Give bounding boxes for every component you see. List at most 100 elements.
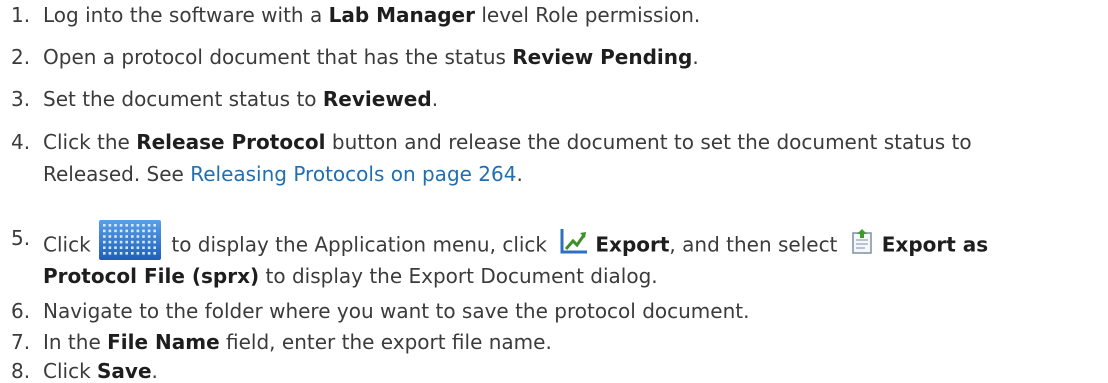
grid-dot	[114, 224, 117, 227]
grid-dot	[119, 229, 123, 233]
grid-dot	[125, 252, 129, 255]
export-option-name-continued: Protocol File (sprx)	[43, 264, 260, 288]
grid-dot	[125, 224, 129, 227]
grid-dot	[119, 235, 123, 238]
grid-dot	[142, 246, 145, 249]
grid-dot	[131, 240, 134, 244]
grid-dot	[103, 224, 106, 227]
grid-dot	[142, 240, 145, 244]
step-number: 1.	[11, 3, 31, 27]
step-text-continued: Protocol File (sprx) to display the Expo…	[43, 264, 658, 288]
step-number: 4.	[11, 130, 31, 154]
grid-dot	[125, 229, 129, 233]
grid-dot	[147, 224, 151, 227]
step-text-part: level Role permission.	[474, 3, 701, 27]
grid-dot	[153, 246, 157, 249]
step-text-part: Log into the software with a	[43, 3, 329, 27]
step-text: Navigate to the folder where you want to…	[43, 299, 750, 323]
export-option-name: Export as	[881, 232, 989, 257]
grid-dot	[153, 235, 157, 238]
grid-dot	[147, 229, 151, 233]
step-text-part: Click the	[43, 130, 137, 154]
grid-dot	[153, 224, 157, 227]
grid-dot	[136, 235, 140, 238]
step-number: 8.	[11, 359, 31, 383]
grid-dot	[131, 246, 134, 249]
grid-dot	[108, 246, 112, 249]
step-text-part: Click	[43, 359, 98, 383]
step-number: 7.	[11, 330, 31, 354]
grid-dot	[114, 240, 117, 244]
grid-dot	[119, 240, 123, 244]
step-text-part: Click	[43, 232, 98, 257]
step-number: 6.	[11, 299, 31, 323]
step-number: 3.	[11, 87, 31, 111]
grid-dot	[119, 252, 123, 255]
grid-dot	[136, 246, 140, 249]
export-menu-name: Export	[595, 232, 670, 257]
grid-dot	[125, 240, 129, 244]
step-text: Click the Release Protocol button and re…	[43, 130, 972, 154]
grid-dot	[153, 240, 157, 244]
export-chart-icon	[559, 227, 589, 255]
application-menu-grid-icon	[99, 220, 162, 260]
grid-dot	[136, 224, 140, 227]
grid-dot	[114, 229, 117, 233]
step-number: 5.	[11, 226, 31, 250]
grid-dot	[147, 240, 151, 244]
grid-dot	[142, 224, 145, 227]
grid-dot	[142, 235, 145, 238]
step-text-part: .	[151, 359, 158, 383]
step-text: Open a protocol document that has the st…	[43, 45, 699, 69]
grid-dot	[136, 240, 140, 244]
role-name: Lab Manager	[328, 3, 475, 27]
grid-dot	[147, 246, 151, 249]
grid-dot	[108, 224, 112, 227]
grid-dot	[103, 252, 106, 255]
step-text-part: Set the document status to	[43, 87, 323, 111]
grid-dot	[103, 229, 106, 233]
step-text-part: .	[516, 162, 523, 186]
grid-dot	[108, 229, 112, 233]
grid-dot	[103, 235, 106, 238]
export-protocol-file-icon	[850, 228, 874, 254]
grid-dot	[131, 229, 134, 233]
step-text: Set the document status to Reviewed.	[43, 87, 438, 111]
step-number: 2.	[11, 45, 31, 69]
releasing-protocols-link[interactable]: Releasing Protocols on page 264	[190, 162, 516, 186]
grid-dot	[131, 235, 134, 238]
status-name: Review Pending	[512, 45, 693, 69]
button-name: Release Protocol	[136, 130, 326, 154]
step-text-part: Released. See	[43, 162, 191, 186]
step-text-continued: Released. See Releasing Protocols on pag…	[43, 162, 523, 186]
step-text-part: to display the Export Document dialog.	[259, 264, 658, 288]
grid-dot	[114, 252, 117, 255]
grid-dot	[142, 252, 145, 255]
grid-dot	[153, 229, 157, 233]
step-text-part: , and then select	[669, 232, 844, 257]
step-text-part: to display the Application menu, click	[165, 232, 554, 257]
grid-dot	[119, 224, 123, 227]
status-name: Reviewed	[322, 87, 432, 111]
step-text: Click to display the Application menu, c…	[43, 220, 989, 266]
grid-dot	[103, 240, 106, 244]
grid-dot	[131, 252, 134, 255]
step-text-part: .	[692, 45, 699, 69]
step-text-part: field, enter the export file name.	[219, 330, 552, 354]
grid-dot	[147, 252, 151, 255]
button-name: Save	[97, 359, 152, 383]
step-text: Click Save.	[43, 359, 158, 383]
grid-dot	[131, 224, 134, 227]
step-text: In the File Name field, enter the export…	[43, 330, 552, 354]
grid-dot	[125, 235, 129, 238]
grid-dot	[114, 246, 117, 249]
grid-dot	[125, 246, 129, 249]
step-text-part: button and release the document to set t…	[325, 130, 972, 154]
grid-dot	[114, 235, 117, 238]
grid-dot	[108, 252, 112, 255]
grid-dot	[142, 229, 145, 233]
grid-dot	[119, 246, 123, 249]
grid-dot	[108, 240, 112, 244]
grid-dot	[147, 235, 151, 238]
field-name: File Name	[107, 330, 220, 354]
